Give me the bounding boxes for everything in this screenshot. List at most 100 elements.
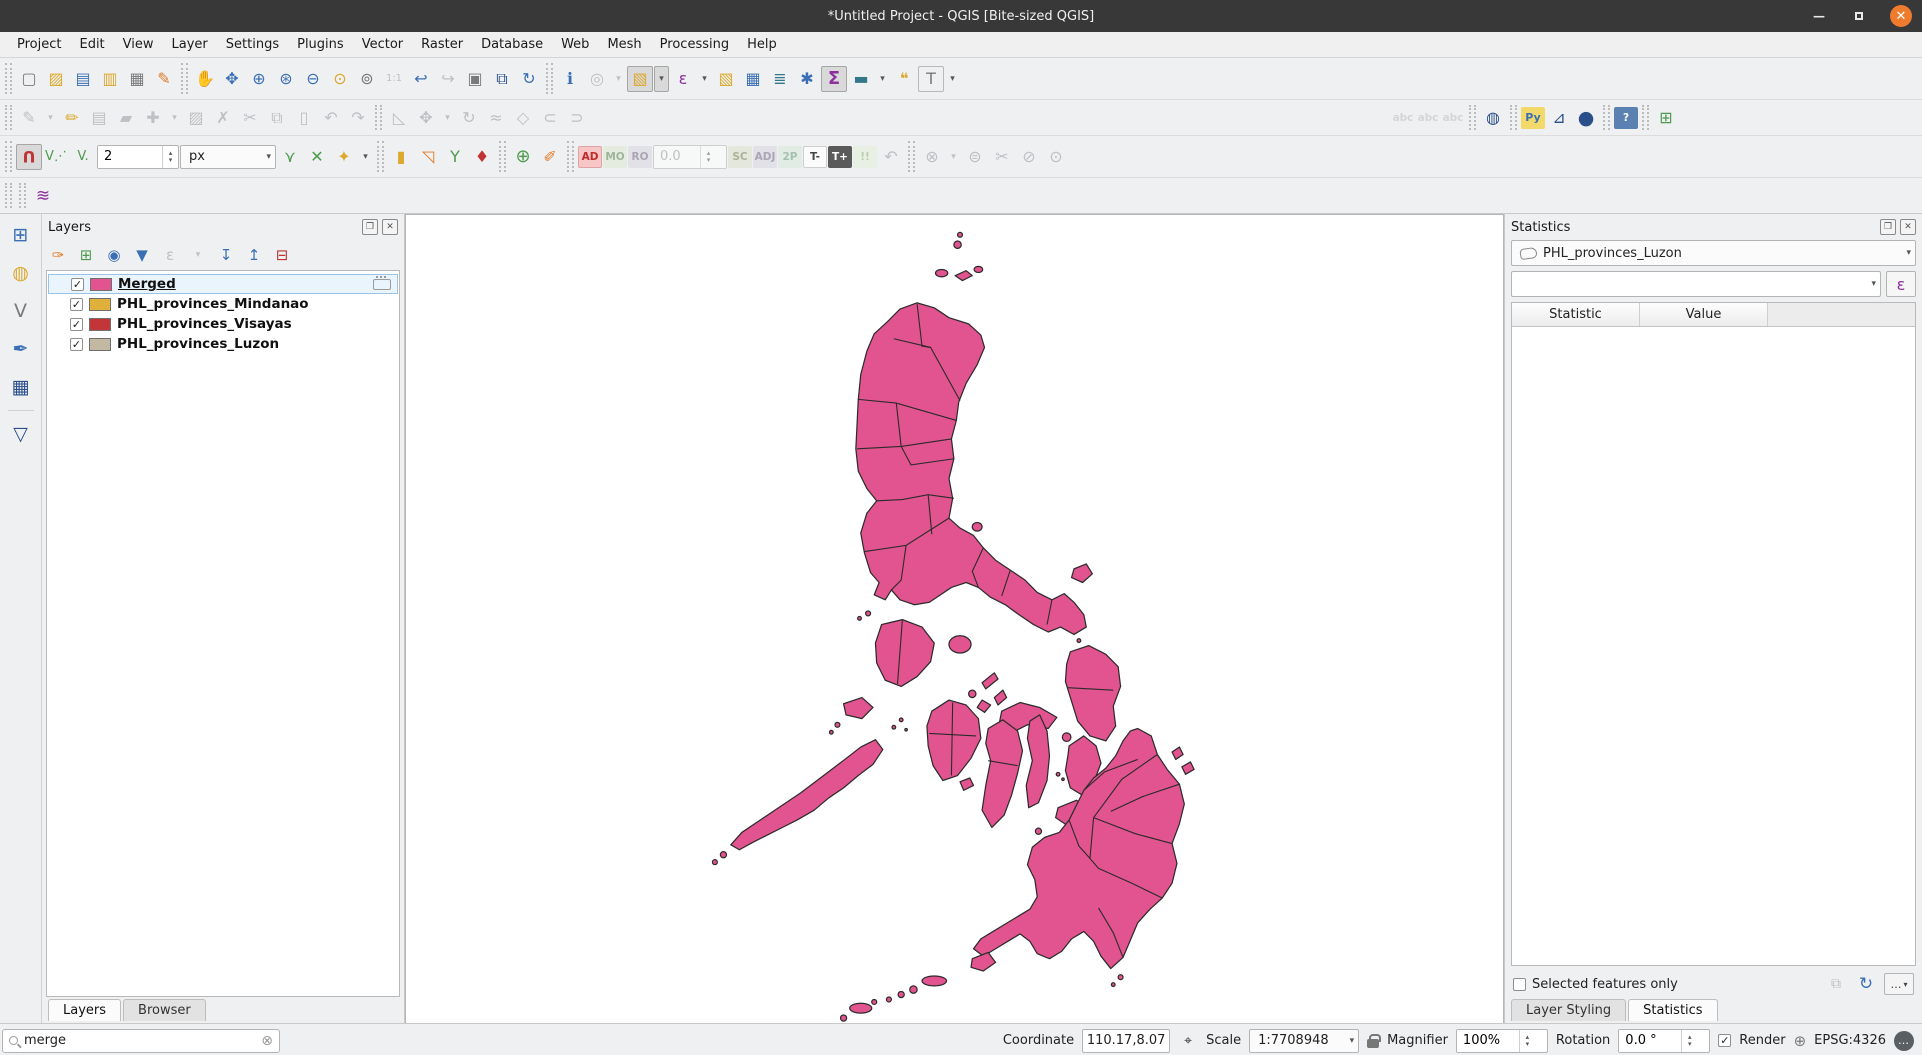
run-feature-action-button[interactable]: ◎	[584, 66, 610, 92]
profile-plot-button[interactable]: ⊿	[1546, 105, 1572, 131]
edit-map-button[interactable]: ✐	[537, 144, 563, 170]
metasearch-button[interactable]: ◍	[1480, 105, 1506, 131]
layer-row-visayas[interactable]: ✓ PHL_provinces_Visayas	[47, 314, 399, 334]
zoom-next-button[interactable]: ↪	[435, 66, 461, 92]
toolbar-handle[interactable]	[19, 183, 26, 208]
zoom-to-layer-button[interactable]: ⊚	[354, 66, 380, 92]
plugin-table-refresh-button[interactable]: ⊞	[1653, 105, 1679, 131]
map-tips-button[interactable]: ❝	[891, 66, 917, 92]
new-map-view-button[interactable]: ▣	[462, 66, 488, 92]
open-project-button[interactable]: ▨	[43, 66, 69, 92]
merge-features-button[interactable]: ⊜	[962, 144, 988, 170]
toolbar-handle[interactable]	[567, 141, 574, 172]
cad-warning-button[interactable]: !!	[853, 146, 877, 168]
toolbar-handle[interactable]	[5, 141, 12, 172]
snap-intersection-button[interactable]: ✕	[304, 144, 330, 170]
clear-search-icon[interactable]: ⊗	[261, 1033, 273, 1049]
add-polygon-feature-button[interactable]: ▰	[113, 105, 139, 131]
new-scratch-layer-button[interactable]: ▦	[6, 372, 36, 402]
map-canvas[interactable]	[405, 214, 1504, 1023]
add-group-button[interactable]: ⊞	[74, 243, 98, 267]
magnifier-input[interactable]	[1457, 1030, 1519, 1052]
layer-labeling-button[interactable]: abc	[1391, 107, 1415, 129]
simplify-feature-button[interactable]: ≈	[483, 105, 509, 131]
rotate-feature-button[interactable]: ↻	[456, 105, 482, 131]
gps-pin-button[interactable]: ♦	[469, 144, 495, 170]
union-features-button[interactable]: ⊘	[1016, 144, 1042, 170]
render-checkbox[interactable]: ✓	[1718, 1034, 1731, 1047]
toolbar-handle[interactable]	[1510, 105, 1517, 130]
select-features-button[interactable]: ▧	[627, 66, 653, 92]
open-styling-dock-button[interactable]: ✑	[46, 243, 70, 267]
remove-layer-button[interactable]: ⊟	[270, 243, 294, 267]
magnifier-arrows[interactable]: ▴▾	[1519, 1030, 1535, 1052]
toolbar-handle[interactable]	[499, 141, 506, 172]
tracing-dropdown[interactable]: ▾	[358, 144, 373, 170]
menu-plugins[interactable]: Plugins	[288, 34, 353, 55]
snap-units-combo[interactable]: px ▾	[180, 145, 276, 169]
pan-to-selection-button[interactable]: ✥	[219, 66, 245, 92]
field-calculator-button[interactable]: ≣	[767, 66, 793, 92]
toolbar-handle[interactable]	[1642, 105, 1649, 130]
help-button[interactable]: ?	[1614, 107, 1638, 129]
python-console-button[interactable]: Py	[1521, 107, 1545, 129]
filter-legend-button[interactable]: ▼	[130, 243, 154, 267]
snap-segment-button[interactable]: V.	[70, 144, 96, 170]
cad-tools-button[interactable]: ◺	[386, 105, 412, 131]
zoom-out-button[interactable]: ⊛	[273, 66, 299, 92]
gps-tools-button[interactable]: Y	[442, 144, 468, 170]
annotation-dropdown[interactable]: ▾	[945, 66, 960, 92]
expand-all-button[interactable]: ↧	[214, 243, 238, 267]
toolbar-handle[interactable]	[546, 63, 553, 94]
statistics-panel-float-button[interactable]: ❐	[1880, 219, 1896, 235]
layer-row-mindanao[interactable]: ✓ PHL_provinces_Mindanao	[47, 294, 399, 314]
new-geopackage-layer-button[interactable]: ✒	[6, 334, 36, 364]
vertex-tool-dropdown[interactable]: ▾	[167, 105, 182, 131]
paste-features-button[interactable]: ▯	[291, 105, 317, 131]
show-layout-manager-button[interactable]: ▦	[124, 66, 150, 92]
highlight-pinned-labels-button[interactable]: abc	[1441, 107, 1465, 129]
save-edits-button[interactable]: ▤	[86, 105, 112, 131]
cad-enable-button[interactable]: AD	[578, 146, 602, 168]
menu-database[interactable]: Database	[472, 34, 552, 55]
menu-layer[interactable]: Layer	[163, 34, 217, 55]
style-manager-button[interactable]: ✎	[151, 66, 177, 92]
filter-expression-dropdown[interactable]: ▾	[186, 243, 210, 267]
feature-action-dropdown[interactable]: ▾	[611, 66, 626, 92]
zoom-to-feature-button[interactable]: ⊕	[510, 144, 536, 170]
zoom-to-selection-button[interactable]: ⊙	[327, 66, 353, 92]
statistics-field-combo[interactable]: ▾	[1511, 271, 1881, 297]
collapse-all-button[interactable]: ↥	[242, 243, 266, 267]
move-feature-button[interactable]: ✥	[413, 105, 439, 131]
select-features-dropdown[interactable]: ▾	[654, 66, 669, 92]
tracing-button[interactable]: ✦	[331, 144, 357, 170]
layer-checkbox[interactable]: ✓	[70, 298, 83, 311]
menu-vector[interactable]: Vector	[353, 34, 412, 55]
menu-view[interactable]: View	[114, 34, 163, 55]
plot-tool-button[interactable]: ≋	[30, 183, 56, 209]
cad-ro-button[interactable]: RO	[628, 146, 652, 168]
vertex-tool-button[interactable]: ✚	[140, 105, 166, 131]
menu-web[interactable]: Web	[552, 34, 598, 55]
layer-checkbox[interactable]: ✓	[70, 318, 83, 331]
copy-statistics-button[interactable]: ⧉	[1824, 973, 1848, 995]
new-shapefile-layer-button[interactable]: V	[6, 296, 36, 326]
snap-tolerance-arrows[interactable]: ▴▾	[162, 146, 178, 168]
cad-angle-input[interactable]	[654, 146, 700, 168]
undo-button[interactable]: ↶	[318, 105, 344, 131]
current-edits-dropdown[interactable]: ▾	[43, 105, 58, 131]
scale-combo[interactable]: 1:7708948 ▾	[1249, 1029, 1359, 1053]
open-attribute-table-button[interactable]: ▦	[740, 66, 766, 92]
cad-mo-button[interactable]: MO	[603, 146, 627, 168]
snap-tolerance-input[interactable]	[98, 146, 162, 168]
osm-globe-button[interactable]: ●	[1573, 105, 1599, 131]
georeferencer-button[interactable]: ◹	[415, 144, 441, 170]
statistical-summary-button[interactable]: Σ	[821, 66, 847, 92]
measure-dropdown[interactable]: ▾	[875, 66, 890, 92]
memory-layer-indicator-icon[interactable]	[373, 279, 391, 290]
toggle-editing-button[interactable]: ✏	[59, 105, 85, 131]
minimize-button[interactable]: —	[1810, 7, 1828, 25]
close-button[interactable]: ✕	[1890, 5, 1912, 27]
multiedit-attributes-button[interactable]: ▨	[183, 105, 209, 131]
expression-builder-button[interactable]: ε	[1886, 271, 1916, 297]
